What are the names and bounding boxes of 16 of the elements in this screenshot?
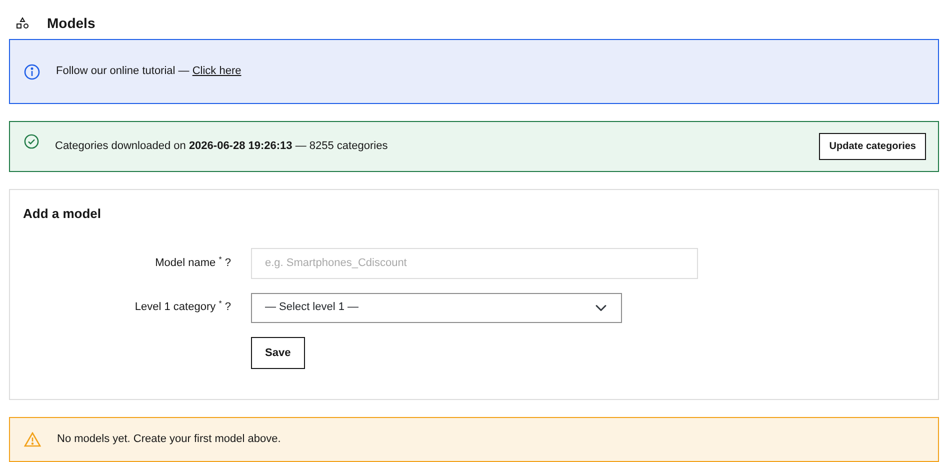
notice-text: Categories downloaded on 2026-06-28 19:26:13 — 8255 categories <box>55 140 388 152</box>
field-label: Model name $^{*}$ ? <box>154 254 232 271</box>
field-label: Level 1 category $^{*}$ ? <box>134 299 232 316</box>
check-circle-icon <box>24 134 39 149</box>
warning-icon <box>24 432 41 447</box>
update-categories-button[interactable]: Update categories <box>819 133 926 160</box>
tutorial-link[interactable]: Click here <box>192 65 242 78</box>
category-select[interactable]: — Select level 1 — <box>251 292 622 323</box>
info-icon <box>24 64 40 80</box>
shapes-icon <box>16 17 29 29</box>
save-button[interactable]: Save <box>251 336 305 370</box>
notice-text: Follow our online tutorial — Click here <box>56 65 242 78</box>
name-input-field[interactable]: e.g. Smartphones_Cdiscount <box>251 248 698 279</box>
page-title: Models <box>47 14 96 32</box>
card-title: Add a model <box>23 206 102 222</box>
notice-text: No models yet. Create your first model above. <box>57 433 281 446</box>
